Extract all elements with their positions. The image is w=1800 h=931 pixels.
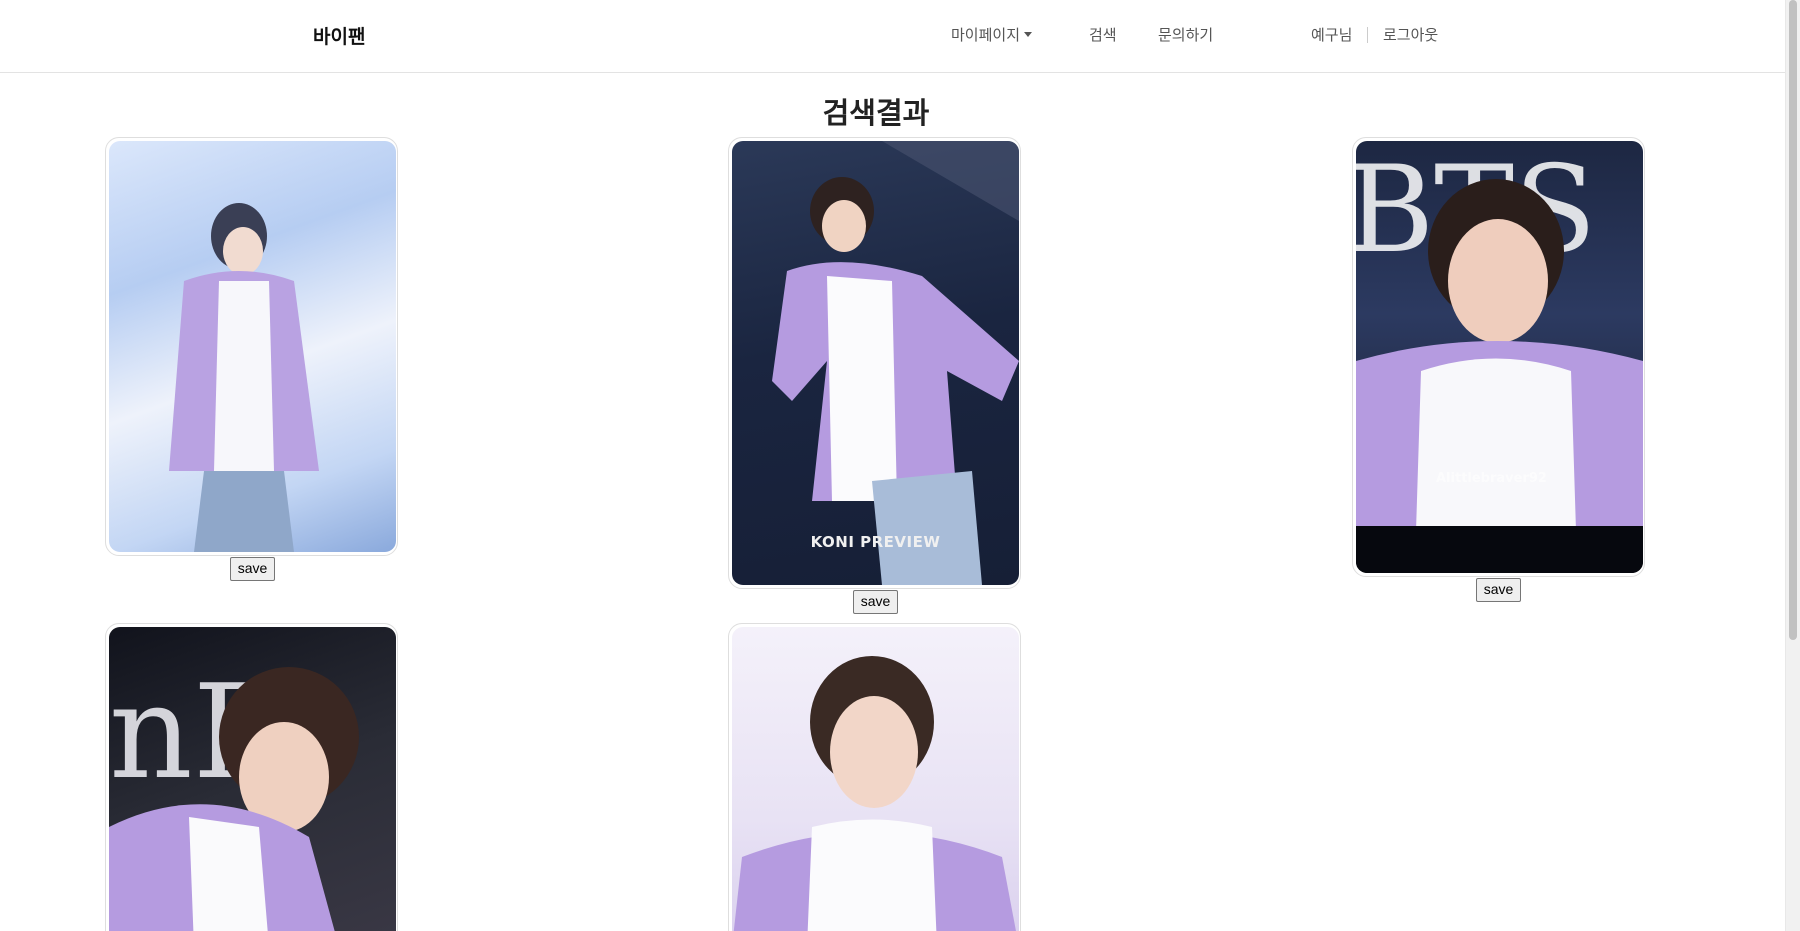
scrollbar-thumb[interactable] (1789, 0, 1797, 640)
result-photo[interactable] (109, 141, 396, 552)
page-scrollbar[interactable] (1785, 0, 1800, 931)
person-figure: nB (109, 656, 359, 931)
result-card (728, 623, 1021, 931)
save-button[interactable]: save (1476, 578, 1521, 602)
photo-watermark: Alittlebraver92 (1436, 471, 1547, 486)
person-figure (772, 141, 1019, 585)
page-title: 검색결과 (822, 96, 930, 130)
nav-mypage-dropdown[interactable]: 마이페이지 (951, 24, 1033, 45)
user-name: 예구님 (1311, 26, 1353, 44)
photo-caption: KONI PREVIEW (810, 533, 941, 551)
navbar: 바이팬 마이페이지 검색 문의하기 예구님 로그아웃 (0, 0, 1800, 73)
save-button[interactable]: save (853, 590, 898, 614)
logout-link[interactable]: 로그아웃 (1383, 24, 1438, 45)
person-figure: BTS (1356, 141, 1643, 573)
result-card: BTS Alittlebraver92 (1352, 137, 1645, 577)
result-card (105, 137, 398, 556)
result-photo[interactable]: BTS Alittlebraver92 (1356, 141, 1643, 573)
save-button[interactable]: save (230, 557, 275, 581)
nav-mypage-label: 마이페이지 (951, 26, 1021, 44)
result-card: nB (105, 623, 398, 931)
brand-logo[interactable]: 바이팬 (313, 22, 365, 49)
person-figure (169, 203, 319, 552)
nav-divider (1367, 27, 1368, 43)
result-photo[interactable]: KONI PREVIEW (732, 141, 1019, 585)
result-photo[interactable] (732, 627, 1019, 931)
chevron-down-icon (1024, 32, 1033, 37)
page: 바이팬 마이페이지 검색 문의하기 예구님 로그아웃 검색결과 save KON… (0, 0, 1800, 931)
nav-search-link[interactable]: 검색 (1089, 24, 1117, 45)
result-photo[interactable]: nB (109, 627, 396, 931)
person-figure (733, 656, 1016, 931)
result-card: KONI PREVIEW (728, 137, 1021, 589)
nav-inquiry-link[interactable]: 문의하기 (1158, 24, 1213, 45)
